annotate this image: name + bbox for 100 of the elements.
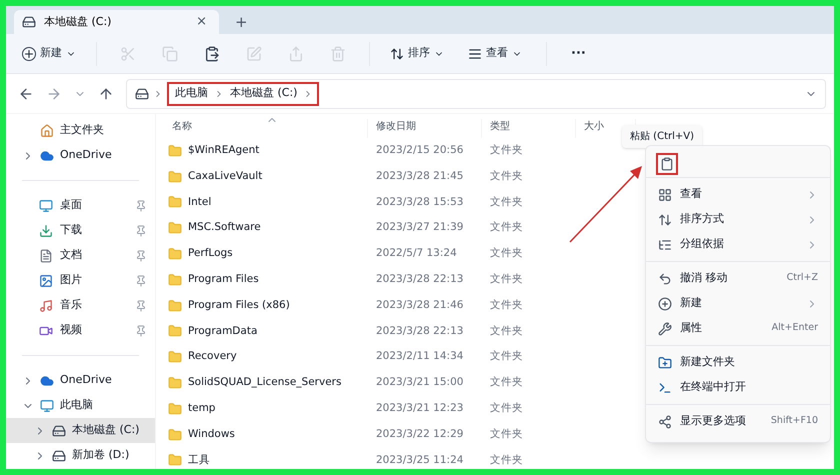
up-icon[interactable]: [98, 86, 114, 102]
sidebar-label: 音乐: [60, 297, 83, 314]
menu-item[interactable]: 排序方式: [646, 207, 830, 232]
type-cell-text: 文件夹: [489, 298, 524, 313]
date-cell-text: 2023/3/21 15:00: [375, 375, 464, 390]
terminal-icon: [658, 380, 672, 394]
document-icon: [38, 248, 54, 264]
sidebar-item[interactable]: 主文件夹: [6, 118, 155, 143]
clipboard-icon: [204, 46, 220, 62]
menu-label: 排序方式: [680, 211, 725, 228]
sidebar-label: 图片: [60, 272, 83, 288]
new-tab-button[interactable]: +: [219, 10, 264, 34]
new-button[interactable]: 新建: [14, 45, 84, 62]
sidebar-item[interactable]: 音乐: [6, 293, 155, 318]
address-bar[interactable]: 此电脑 本地磁盘 (C:): [126, 78, 826, 108]
rename-icon: [246, 46, 262, 62]
cloud-icon: [40, 148, 54, 162]
file-row[interactable]: SolidSQUAD_License_Servers 2023/3/21 15:00 文件夹: [164, 370, 576, 396]
undo-icon: [658, 272, 672, 286]
date-cell-text: 2023/3/28 22:13: [375, 324, 464, 339]
menu-label: 在终端中打开: [680, 379, 747, 396]
folder-icon: [168, 324, 182, 338]
list-icon: [658, 238, 672, 252]
menu-item[interactable]: 在终端中打开: [646, 375, 830, 400]
type-cell-text: 文件夹: [489, 143, 524, 158]
sidebar-item[interactable]: 视频: [6, 318, 155, 343]
folder-icon: [168, 195, 182, 210]
tree-item[interactable]: 本地磁盘 (C:): [6, 418, 155, 443]
file-row[interactable]: Program Files 2023/3/28 22:13 文件夹: [164, 266, 576, 293]
sidebar-item[interactable]: OneDrive: [6, 143, 155, 168]
date-cell-text: 2023/2/15 20:56: [375, 143, 464, 158]
folder-icon: [168, 247, 182, 262]
paste-button[interactable]: [656, 152, 678, 174]
file-name: Intel: [188, 194, 212, 210]
view-button[interactable]: 查看: [456, 45, 534, 62]
trash-icon: [330, 46, 346, 62]
file-name: PerfLogs: [188, 246, 233, 262]
more-button[interactable]: ···: [559, 44, 598, 64]
back-icon[interactable]: [18, 86, 34, 102]
date-cell-text: 2023/3/25 11:24: [375, 452, 464, 468]
type-cell-text: 文件夹: [489, 426, 524, 442]
file-row[interactable]: Program Files (x86) 2023/3/28 21:46 文件夹: [164, 292, 576, 319]
sidebar-label: OneDrive: [60, 147, 112, 164]
type-cell-text: 文件夹: [489, 375, 524, 390]
forward-icon[interactable]: [46, 86, 62, 102]
menu-item[interactable]: 新建文件夹: [646, 350, 830, 375]
breadcrumb[interactable]: 此电脑: [173, 85, 210, 102]
menu-item[interactable]: 查看: [646, 182, 830, 207]
tooltip: 粘贴 (Ctrl+V): [622, 125, 702, 148]
file-row[interactable]: PerfLogs 2022/5/7 13:24 文件夹: [164, 241, 576, 267]
file-name: Windows: [188, 426, 235, 442]
folder-icon: [168, 170, 182, 184]
type-cell-text: 文件夹: [489, 246, 524, 262]
column-header[interactable]: 类型: [482, 119, 576, 138]
file-row[interactable]: ProgramData 2023/3/28 22:13 文件夹: [164, 318, 576, 344]
close-button[interactable]: ×: [192, 12, 211, 32]
tree-item[interactable]: OneDrive: [6, 368, 155, 393]
file-row[interactable]: 工具 2023/3/25 11:24 文件夹: [164, 448, 576, 469]
file-row[interactable]: Recovery 2023/2/11 14:34 文件夹: [164, 344, 576, 370]
file-name: 工具: [188, 452, 210, 468]
folder-icon: [168, 144, 182, 158]
window-tab[interactable]: 本地磁盘 (C:) ×: [14, 10, 219, 34]
column-header[interactable]: 修改日期: [368, 119, 482, 138]
breadcrumb[interactable]: 本地磁盘 (C:): [228, 85, 300, 102]
drive-icon: [135, 86, 149, 100]
tree-item[interactable]: 新加卷 (D:): [6, 443, 155, 468]
file-name: $WinREAgent: [188, 143, 260, 158]
sidebar-label: 桌面: [60, 197, 83, 214]
tree-item[interactable]: 此电脑: [6, 393, 155, 418]
file-row[interactable]: $WinREAgent 2023/2/15 20:56 文件夹: [164, 138, 576, 164]
sidebar-item[interactable]: 下载: [6, 218, 155, 243]
shortcut-text: Shift+F10: [770, 414, 818, 428]
folder-plus-icon: [658, 356, 672, 370]
menu-item[interactable]: 撤消 移动 Ctrl+Z: [646, 266, 830, 291]
drive-icon: [52, 424, 66, 438]
plus-icon: [22, 46, 36, 60]
folder-icon: [168, 402, 182, 416]
monitor-icon: [40, 398, 54, 412]
shortcut-text: Ctrl+Z: [786, 271, 818, 286]
folder-icon: [168, 453, 182, 468]
file-row[interactable]: MSC.Software 2023/3/27 21:39 文件夹: [164, 215, 576, 242]
sidebar-item[interactable]: 桌面: [6, 193, 155, 218]
menu-item[interactable]: 新建: [646, 291, 830, 316]
file-row[interactable]: CaxaLiveVault 2023/3/28 21:45 文件夹: [164, 164, 576, 190]
type-cell-text: 文件夹: [489, 194, 524, 210]
menu-item[interactable]: 属性 Alt+Enter: [646, 316, 830, 341]
menu-item[interactable]: 分组依据: [646, 232, 830, 257]
shortcut-text: Alt+Enter: [772, 321, 818, 336]
menu-label: 属性: [680, 320, 703, 336]
sidebar-item[interactable]: 图片: [6, 268, 155, 293]
file-row[interactable]: temp 2023/3/21 12:23 文件夹: [164, 396, 576, 422]
sidebar-item[interactable]: 文档: [6, 243, 155, 268]
cloud-icon: [40, 374, 54, 388]
file-row[interactable]: Windows 2023/3/22 12:29 文件夹: [164, 422, 576, 448]
file-row[interactable]: Intel 2023/3/28 15:53 文件夹: [164, 190, 576, 216]
menu-item[interactable]: 显示更多选项 Shift+F10: [646, 409, 830, 434]
button-label: 排序: [408, 45, 430, 62]
column-header[interactable]: 名称: [164, 119, 368, 138]
grid-icon: [658, 188, 672, 202]
sort-button[interactable]: 排序: [382, 45, 452, 62]
